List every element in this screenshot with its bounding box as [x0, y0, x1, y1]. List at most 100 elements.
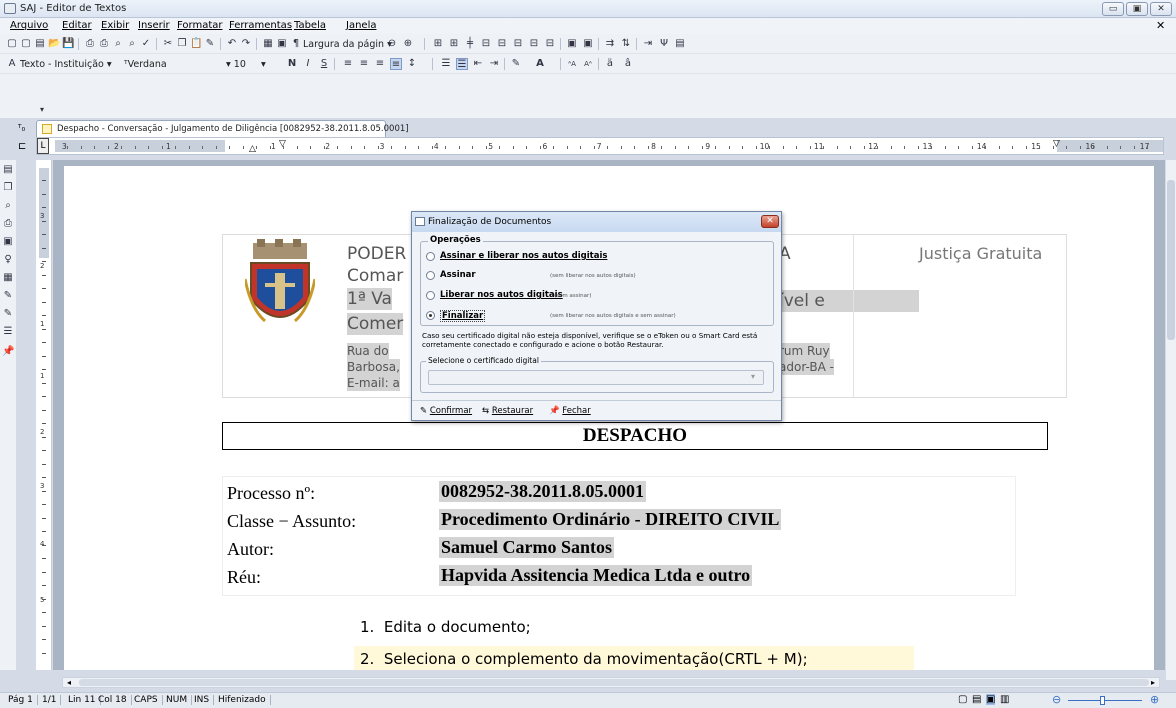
horizontal-scrollbar[interactable]: ◂ ▸ — [62, 677, 1160, 688]
field-icon[interactable]: ⇉ — [604, 38, 616, 50]
split-cells-icon[interactable]: ⊟ — [512, 38, 524, 50]
dialog-close-button[interactable]: ✕ — [761, 215, 779, 228]
dropdown-icon[interactable]: ▾ — [36, 104, 48, 116]
redo-icon[interactable]: ↷ — [240, 38, 252, 50]
insert-icon[interactable]: ▣ — [276, 38, 288, 50]
search-doc-icon[interactable]: ⌕ — [2, 200, 14, 212]
zoom-out-status-icon[interactable]: ⊖ — [1052, 693, 1061, 706]
border-icon[interactable]: ▣ — [566, 38, 578, 50]
print-icon[interactable]: ⎙ — [84, 38, 96, 50]
zoom-in-icon[interactable]: ⊕ — [402, 38, 414, 50]
menu-formatar[interactable]: Formatar — [177, 20, 222, 31]
accent-icon[interactable]: â — [622, 58, 634, 70]
minimize-button[interactable]: ▭ — [1102, 2, 1124, 16]
delete-col-icon[interactable]: ⊟ — [544, 38, 556, 50]
user-icon[interactable]: ♀ — [2, 254, 14, 266]
size-select[interactable]: ▾ 10 ▾ — [226, 59, 266, 70]
tab-stop-selector[interactable]: L — [37, 138, 49, 154]
zoom-out-icon[interactable]: ⊖ — [386, 38, 398, 50]
new-icon[interactable]: ▢ — [20, 38, 32, 50]
view-web-icon[interactable]: ▤ — [972, 694, 981, 705]
menu-ferramentas[interactable]: Ferramentas — [229, 20, 292, 31]
menu-exibir[interactable]: Exibir — [101, 20, 129, 31]
horizontal-ruler[interactable]: L 321123456789101112131415161718 ▽ △ ▽ — [36, 137, 1164, 155]
note-icon[interactable]: ▣ — [2, 236, 14, 248]
outdent-icon[interactable]: ⇤ — [472, 58, 484, 70]
left-indent-marker[interactable]: △ — [249, 144, 256, 154]
numbering-icon[interactable]: ☰ — [456, 58, 468, 70]
view-page-icon[interactable]: ▣ — [986, 694, 996, 705]
option-sign[interactable]: Assinar — [440, 270, 476, 280]
horizontal-scroll-thumb[interactable] — [79, 679, 1149, 686]
case-icon[interactable]: ä — [604, 58, 616, 70]
right-indent-marker[interactable]: ▽ — [1053, 139, 1060, 149]
italic-icon[interactable]: I — [302, 58, 314, 70]
shade-icon[interactable]: ▣ — [582, 38, 594, 50]
format-painter-icon[interactable]: ✎ — [204, 38, 216, 50]
arrow-icon[interactable]: ⇥ — [642, 38, 654, 50]
option-finalize[interactable]: Finalizar — [440, 310, 486, 322]
radio-release[interactable] — [426, 291, 435, 300]
option-sign-release[interactable]: Assinar e liberar nos autos digitais — [440, 251, 607, 261]
align-center-icon[interactable]: ≡ — [358, 58, 370, 70]
vertical-scroll-thumb[interactable] — [1167, 180, 1175, 340]
radio-finalize[interactable] — [426, 311, 435, 320]
scroll-right-icon[interactable]: ▸ — [1151, 678, 1155, 687]
menu-tabela[interactable]: Tabela — [294, 20, 326, 31]
indent-icon[interactable]: ⇥ — [488, 58, 500, 70]
page-width-select[interactable]: Largura da págin ▾ — [303, 39, 392, 50]
print-all-icon[interactable]: ⎙ — [98, 38, 110, 50]
font-color-icon[interactable]: A — [534, 58, 546, 70]
paragraph-icon[interactable]: ¶ — [290, 38, 302, 50]
symbol-icon[interactable]: Ψ — [658, 38, 670, 50]
tab-close-icon[interactable]: ᵀ₀ — [18, 124, 25, 134]
align-left-icon[interactable]: ≡ — [342, 58, 354, 70]
confirm-button[interactable]: ✎ Confirmar — [420, 406, 472, 416]
option-release[interactable]: Liberar nos autos digitais — [440, 290, 563, 300]
new-doc-icon[interactable]: ▢ — [6, 38, 18, 50]
print-doc-icon[interactable]: ⎙ — [2, 218, 14, 230]
split-icon[interactable]: ⇅ — [620, 38, 632, 50]
close-button[interactable]: ✕ — [1150, 2, 1172, 16]
stamp-icon[interactable]: ▦ — [2, 272, 14, 284]
find-icon[interactable]: ⌕ — [126, 38, 138, 50]
style-select[interactable]: Texto - Instituição ▾ — [20, 59, 112, 70]
list-icon[interactable]: ☰ — [2, 326, 14, 338]
underline-icon[interactable]: S — [318, 58, 330, 70]
bold-icon[interactable]: N — [286, 58, 298, 70]
zoom-slider[interactable] — [1068, 700, 1142, 701]
zoom-in-status-icon[interactable]: ⊕ — [1150, 693, 1159, 706]
menu-editar[interactable]: Editar — [62, 20, 92, 31]
cut-icon[interactable]: ✂ — [162, 38, 174, 50]
highlight-icon[interactable]: ✎ — [510, 58, 522, 70]
scroll-left-icon[interactable]: ◂ — [67, 678, 71, 687]
align-right-icon[interactable]: ≡ — [374, 58, 386, 70]
save-icon[interactable]: 💾 — [62, 38, 74, 50]
tab-document[interactable]: Despacho - Conversação - Julgamento de D… — [36, 120, 409, 137]
bullets-icon[interactable]: ☰ — [440, 58, 452, 70]
template-icon[interactable]: ▤ — [34, 38, 46, 50]
spellcheck-icon[interactable]: ✓ — [140, 38, 152, 50]
document-properties-icon[interactable]: ▤ — [2, 164, 14, 176]
table-grid-icon[interactable]: ⊞ — [432, 38, 444, 50]
edit-icon[interactable]: ✎ — [2, 308, 14, 320]
sign-icon[interactable]: ✎ — [2, 290, 14, 302]
merge-cells-icon[interactable]: ⊟ — [496, 38, 508, 50]
calendar-icon[interactable]: ▤ — [674, 38, 686, 50]
table-icon[interactable]: ▦ — [262, 38, 274, 50]
open-icon[interactable]: 📂 — [48, 38, 60, 50]
restore-dialog-button[interactable]: ⇆ Restaurar — [482, 406, 533, 416]
undo-icon[interactable]: ↶ — [226, 38, 238, 50]
first-line-indent-marker[interactable]: ▽ — [279, 139, 286, 149]
ruler-toggle-icon[interactable]: ⊏ — [18, 141, 26, 152]
radio-sign[interactable] — [426, 271, 435, 280]
font-select[interactable]: ᵀVerdana — [124, 59, 167, 70]
certificate-select[interactable]: ▾ — [428, 370, 764, 385]
zoom-slider-thumb[interactable] — [1100, 696, 1105, 705]
radio-sign-release[interactable] — [426, 252, 435, 261]
shrink-font-icon[interactable]: Aᴬ — [582, 58, 594, 70]
delete-row-icon[interactable]: ⊟ — [528, 38, 540, 50]
insert-row-icon[interactable]: ╪ — [464, 38, 476, 50]
menu-janela[interactable]: Janela — [346, 20, 376, 31]
menu-arquivo[interactable]: Arquivo — [10, 20, 48, 31]
